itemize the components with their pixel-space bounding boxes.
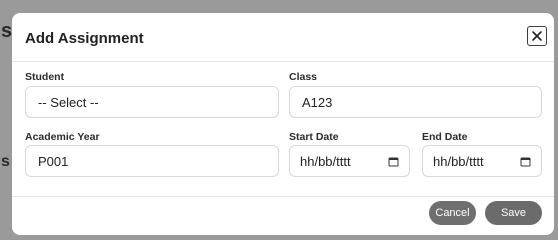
close-icon — [532, 31, 542, 41]
class-label: Class — [289, 71, 318, 83]
dialog-title: Add Assignment — [25, 30, 144, 47]
cancel-button[interactable]: Cancel — [429, 201, 476, 225]
academic-year-label: Academic Year — [25, 131, 100, 143]
end-date-label: End Date — [422, 131, 468, 143]
student-label: Student — [25, 71, 65, 83]
end-date-input[interactable]: hh/bb/tttt — [422, 145, 542, 177]
class-input[interactable]: A123 — [289, 86, 542, 118]
backdrop-text: s — [1, 153, 10, 170]
academic-year-input-value: P001 — [38, 153, 69, 169]
footer-divider — [12, 196, 554, 197]
start-date-input[interactable]: hh/bb/tttt — [289, 145, 410, 177]
student-select-value: -- Select -- — [38, 94, 99, 110]
end-date-value: hh/bb/tttt — [433, 153, 484, 169]
add-assignment-dialog: Add Assignment Student -- Select -- Clas… — [12, 13, 554, 235]
save-button[interactable]: Save — [485, 201, 542, 225]
academic-year-input[interactable]: P001 — [25, 145, 279, 177]
class-input-value: A123 — [302, 94, 333, 110]
dialog-header: Add Assignment — [12, 13, 554, 62]
student-select[interactable]: -- Select -- — [25, 86, 279, 118]
start-date-label: Start Date — [289, 131, 339, 143]
calendar-icon[interactable] — [388, 156, 399, 167]
backdrop-text: s — [1, 20, 13, 42]
close-button[interactable] — [527, 26, 547, 46]
start-date-value: hh/bb/tttt — [300, 153, 351, 169]
calendar-icon[interactable] — [520, 156, 531, 167]
